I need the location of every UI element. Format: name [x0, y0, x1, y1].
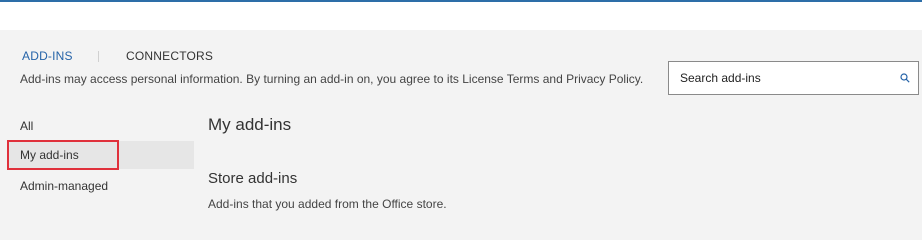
sidebar-item-admin-managed[interactable]: Admin-managed: [8, 172, 194, 200]
tab-divider: [98, 51, 99, 62]
section-heading-store: Store add-ins: [208, 170, 298, 187]
sidebar-item-all[interactable]: All: [8, 112, 194, 140]
search-box[interactable]: [668, 61, 919, 95]
sidebar-item-label: All: [20, 119, 34, 133]
privacy-notice: Add-ins may access personal information.…: [20, 72, 644, 86]
sidebar-item-label: Admin-managed: [20, 179, 109, 193]
tab-connectors[interactable]: CONNECTORS: [126, 49, 213, 63]
tab-add-ins[interactable]: ADD-INS: [22, 49, 73, 63]
top-bar: [0, 0, 922, 30]
highlight-box: [7, 140, 119, 170]
section-description-store: Add-ins that you added from the Office s…: [208, 197, 447, 211]
search-icon[interactable]: [900, 73, 910, 83]
page-title: My add-ins: [208, 115, 292, 134]
search-input[interactable]: [669, 62, 889, 94]
